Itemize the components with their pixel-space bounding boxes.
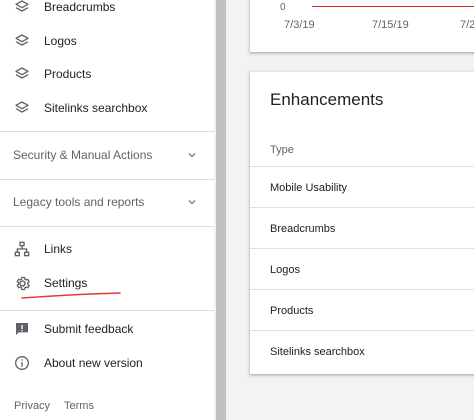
sidebar-item-label: Submit feedback [44, 322, 134, 336]
x-axis-tick: 7/27 [460, 19, 474, 31]
sidebar-item-breadcrumbs[interactable]: Breadcrumbs [0, 0, 214, 24]
column-header-type: Type [270, 144, 294, 156]
table-row[interactable]: Logos [250, 248, 474, 290]
chart-card: 0 7/3/19 7/15/19 7/27 [250, 0, 474, 52]
sidebar-item-links[interactable]: Links [0, 232, 214, 266]
sidebar-item-label: Logos [44, 34, 77, 48]
row-label: Products [270, 304, 314, 317]
divider [0, 131, 214, 132]
section-label: Security & Manual Actions [13, 148, 153, 162]
divider [0, 179, 214, 180]
layers-icon [12, 64, 32, 84]
row-label: Logos [270, 263, 300, 276]
row-label: Sitelinks searchbox [270, 345, 365, 358]
sidebar-item-label: Links [44, 242, 73, 256]
sidebar-item-logos[interactable]: Logos [0, 24, 214, 58]
table-row[interactable]: Sitelinks searchbox [250, 330, 474, 372]
sidebar-item-label: Breadcrumbs [44, 0, 116, 14]
enhancements-card: Enhancements Type Mobile Usability Bread… [250, 72, 474, 374]
card-title: Enhancements [270, 90, 384, 109]
row-label: Mobile Usability [270, 181, 348, 194]
sidebar-item-label: Sitelinks searchbox [44, 101, 148, 115]
layers-icon [12, 98, 32, 118]
sidebar-item-label: About new version [44, 356, 143, 370]
section-label: Legacy tools and reports [13, 195, 145, 209]
sitemap-icon [12, 239, 32, 259]
x-axis-tick: 7/3/19 [284, 19, 315, 31]
section-legacy-tools[interactable]: Legacy tools and reports [0, 182, 214, 222]
feedback-icon [12, 319, 32, 339]
privacy-link[interactable]: Privacy [14, 400, 50, 412]
table-row[interactable]: Products [250, 289, 474, 331]
table-row[interactable]: Mobile Usability [250, 166, 474, 208]
chevron-down-icon [188, 153, 196, 158]
annotation-underline [21, 292, 121, 299]
chart-series-line [312, 6, 474, 7]
sidebar-item-submit-feedback[interactable]: Submit feedback [0, 312, 214, 346]
sidebar-item-products[interactable]: Products [0, 57, 214, 91]
section-security-manual-actions[interactable]: Security & Manual Actions [0, 135, 214, 175]
sidebar-scrollbar-thumb[interactable] [216, 0, 226, 420]
terms-link[interactable]: Terms [64, 400, 94, 412]
y-axis-tick: 0 [280, 2, 286, 13]
sidebar-item-sitelinks-searchbox[interactable]: Sitelinks searchbox [0, 91, 214, 125]
table-row[interactable]: Breadcrumbs [250, 207, 474, 249]
divider [0, 226, 214, 227]
sidebar: Breadcrumbs Logos Products Sitelinks sea… [0, 0, 214, 420]
info-icon [12, 353, 32, 373]
sidebar-item-about-new-version[interactable]: About new version [0, 346, 214, 380]
layers-icon [12, 0, 32, 17]
divider [0, 310, 214, 311]
sidebar-item-label: Products [44, 67, 92, 81]
layers-icon [12, 31, 32, 51]
chevron-down-icon [188, 200, 196, 205]
x-axis-tick: 7/15/19 [372, 19, 409, 31]
row-label: Breadcrumbs [270, 222, 336, 235]
